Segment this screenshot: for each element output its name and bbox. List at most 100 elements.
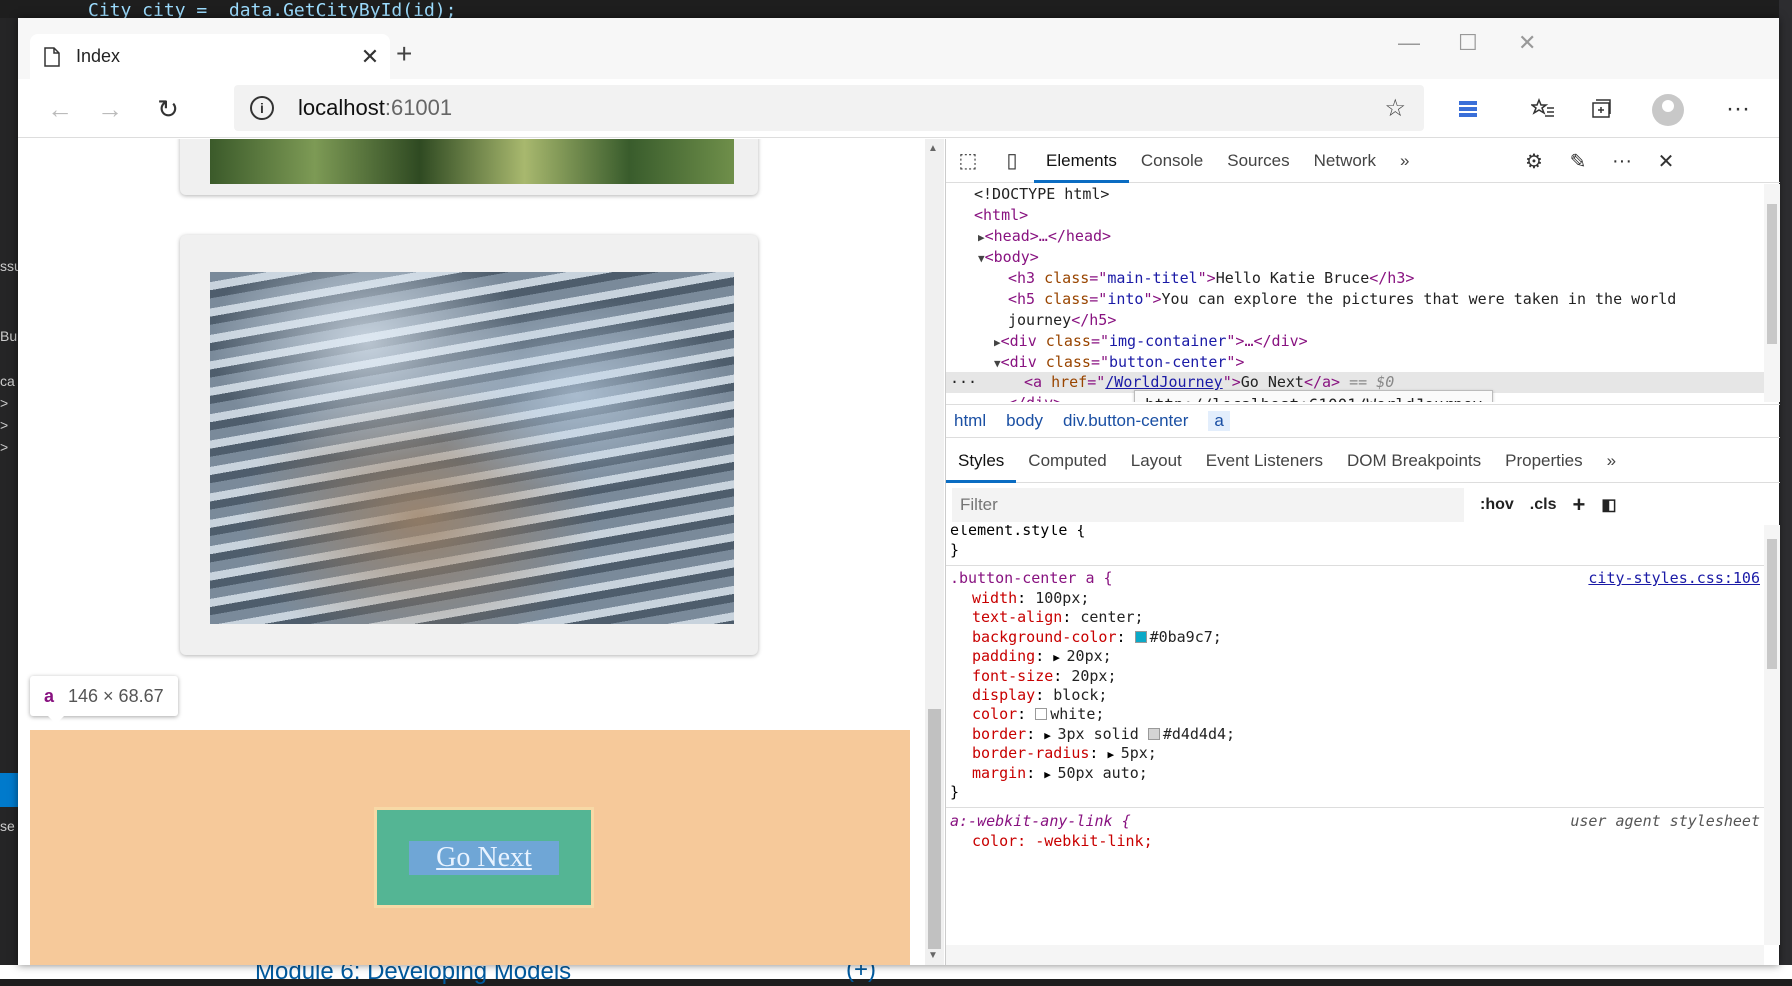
a-href[interactable]: /WorldJourney <box>1105 373 1222 391</box>
subtab-properties[interactable]: Properties <box>1493 439 1594 483</box>
refresh-button[interactable]: ↻ <box>148 89 188 129</box>
expand-arrow-icon[interactable]: ▶ <box>1044 768 1057 781</box>
css-property-row[interactable]: display: block; <box>972 686 1107 706</box>
subtab-event-listeners[interactable]: Event Listeners <box>1194 439 1335 483</box>
image-card <box>180 139 758 195</box>
css-property-row[interactable]: color: white; <box>972 705 1104 725</box>
browser-tab[interactable]: Index ✕ <box>30 34 390 79</box>
css-property-value: #0ba9c7; <box>1149 627 1222 646</box>
css-property-row[interactable]: text-align: center; <box>972 608 1144 628</box>
styles-scroll-thumb[interactable] <box>1767 539 1777 669</box>
profile-avatar[interactable] <box>1652 94 1684 126</box>
scroll-up-icon[interactable]: ▲ <box>928 143 938 154</box>
expand-arrow-icon[interactable]: ▶ <box>1053 651 1066 664</box>
dom-h3[interactable]: <h3 class="main-titel">Hello Katie Bruce… <box>1008 268 1414 289</box>
window-close-button[interactable]: ✕ <box>1518 30 1536 56</box>
go-next-link[interactable]: Go Next <box>409 840 559 875</box>
back-button[interactable]: ← <box>40 89 80 129</box>
element-inspector-tooltip: a 146 × 68.67 <box>30 676 178 724</box>
favorite-star-icon[interactable]: ☆ <box>1384 94 1406 123</box>
tab-network[interactable]: Network <box>1302 139 1388 183</box>
color-swatch-icon[interactable] <box>1134 630 1147 643</box>
breadcrumb-html[interactable]: html <box>954 411 986 431</box>
subtab-computed[interactable]: Computed <box>1016 439 1118 483</box>
rule-selector[interactable]: .button-center a { <box>950 569 1113 589</box>
dom-div-close[interactable]: </div> <box>1008 393 1062 402</box>
rule-source-link[interactable]: city-styles.css:106 <box>1588 569 1760 589</box>
dom-h5-cont[interactable]: journey</h5> <box>1008 310 1116 331</box>
color-swatch-icon[interactable] <box>1147 727 1160 740</box>
css-property-row[interactable]: margin: ▶ 50px auto; <box>972 764 1148 785</box>
breadcrumb-a[interactable]: a <box>1208 411 1230 431</box>
subtab-styles[interactable]: Styles <box>946 439 1017 483</box>
address-bar[interactable]: i localhost:61001 ☆ <box>234 85 1424 131</box>
tab-sources[interactable]: Sources <box>1215 139 1301 183</box>
css-property-row[interactable]: background-color: #0ba9c7; <box>972 628 1222 648</box>
dom-html[interactable]: <html> <box>974 205 1028 226</box>
css-property-row[interactable]: padding: ▶ 20px; <box>972 647 1112 668</box>
css-property-value: 50px auto; <box>1057 763 1148 782</box>
more-options-icon[interactable]: ··· <box>1600 150 1644 173</box>
reading-list-icon[interactable] <box>1448 89 1488 129</box>
feedback-icon[interactable]: ✎ <box>1556 149 1600 174</box>
breadcrumb-body[interactable]: body <box>1006 411 1043 431</box>
css-property-row[interactable]: border-radius: ▶ 5px; <box>972 744 1157 765</box>
css-property-row[interactable]: border: ▶ 3px solid #d4d4d4; <box>972 725 1235 746</box>
css-property-row[interactable]: font-size: 20px; <box>972 667 1117 687</box>
css-property-name: border <box>972 724 1027 743</box>
dom-head[interactable]: ▶<head>…</head> <box>978 226 1111 248</box>
horizontal-scrollbar[interactable] <box>946 945 1764 965</box>
settings-more-button[interactable]: ··· <box>1718 89 1758 129</box>
ua-property[interactable]: color: -webkit-link; <box>972 832 1153 852</box>
new-tab-button[interactable]: + <box>396 38 412 70</box>
element-highlight-overlay: Go Next <box>30 730 910 965</box>
styles-filter-input[interactable] <box>952 488 1464 522</box>
maximize-button[interactable]: ☐ <box>1458 30 1478 56</box>
tab-elements[interactable]: Elements <box>1034 139 1129 183</box>
tab-console[interactable]: Console <box>1129 139 1215 183</box>
more-subtabs-icon[interactable]: » <box>1595 439 1628 483</box>
dom-scrollbar[interactable] <box>1764 184 1780 402</box>
page-scroll-thumb[interactable] <box>928 709 941 949</box>
dom-body[interactable]: ▼<body> <box>978 247 1039 269</box>
dom-h5[interactable]: <h5 class="into">You can explore the pic… <box>1008 289 1676 310</box>
cls-toggle-button[interactable]: .cls <box>1530 496 1557 514</box>
expand-arrow-icon[interactable]: ▶ <box>1044 729 1057 742</box>
expand-arrow-icon[interactable]: ▶ <box>1107 748 1120 761</box>
dom-img-container[interactable]: ▶<div class="img-container">…</div> <box>994 331 1308 353</box>
gear-icon[interactable]: ⚙ <box>1512 149 1556 174</box>
subtab-layout[interactable]: Layout <box>1119 439 1194 483</box>
close-devtools-icon[interactable]: ✕ <box>1644 149 1688 174</box>
color-swatch-icon[interactable] <box>1035 708 1048 721</box>
more-tabs-icon[interactable]: » <box>1388 139 1421 183</box>
devtools-toolbar: ⬚ ▯ Elements Console Sources Network » ⚙… <box>946 139 1780 183</box>
html-tag: <html> <box>974 206 1029 224</box>
page-scrollbar[interactable]: ▲ ▼ <box>925 139 944 965</box>
forward-button[interactable]: → <box>90 89 130 129</box>
css-property-value: 5px; <box>1120 744 1157 763</box>
css-property-row[interactable]: width: 100px; <box>972 589 1089 609</box>
toggle-sidebar-icon[interactable]: ◧ <box>1601 495 1616 515</box>
image-card <box>180 235 758 655</box>
subtab-dom-breakpoints[interactable]: DOM Breakpoints <box>1335 439 1493 483</box>
element-style-selector[interactable]: element.style { <box>950 525 1085 541</box>
dom-scroll-thumb[interactable] <box>1767 204 1777 344</box>
hov-toggle-button[interactable]: :hov <box>1480 496 1514 514</box>
device-emulation-icon[interactable]: ▯ <box>990 148 1034 173</box>
collections-icon[interactable] <box>1581 89 1621 129</box>
scroll-down-icon[interactable]: ▼ <box>928 950 938 961</box>
minimize-button[interactable]: — <box>1398 30 1420 56</box>
new-rule-button[interactable]: + <box>1572 492 1585 518</box>
ua-selector[interactable]: a:-webkit-any-link { <box>950 812 1131 832</box>
site-info-icon[interactable]: i <box>250 96 274 120</box>
inspect-element-icon[interactable]: ⬚ <box>946 148 990 173</box>
dom-button-center[interactable]: ▼<div class="button-center"> <box>994 352 1244 374</box>
dom-ellipsis[interactable]: ··· <box>950 372 977 393</box>
breadcrumb-div[interactable]: div.button-center <box>1063 411 1188 431</box>
tab-close-icon[interactable]: ✕ <box>350 44 390 70</box>
dom-doctype[interactable]: <!DOCTYPE html> <box>974 184 1109 205</box>
favorites-icon[interactable] <box>1523 89 1563 129</box>
styles-filter-bar: :hov .cls + ◧ <box>946 485 1780 525</box>
styles-scrollbar[interactable] <box>1764 525 1780 945</box>
bg-fragment: se <box>0 818 15 834</box>
